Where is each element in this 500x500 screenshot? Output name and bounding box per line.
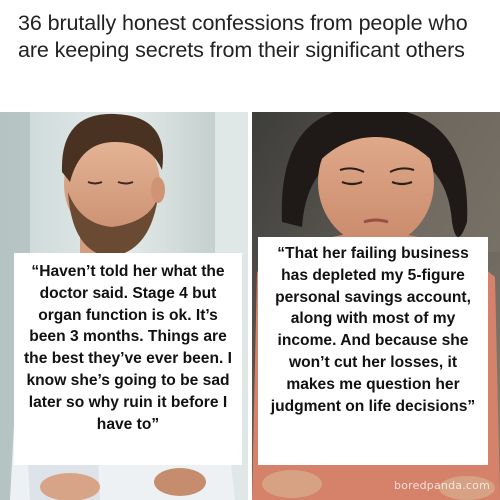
page-headline: 36 brutally honest confessions from peop… bbox=[18, 11, 468, 62]
confession-card-left: “Haven’t told her what the doctor said. … bbox=[14, 253, 242, 465]
watermark-text: boredpanda.com bbox=[394, 479, 490, 492]
confession-card-right: “That her failing business has depleted … bbox=[258, 237, 488, 465]
